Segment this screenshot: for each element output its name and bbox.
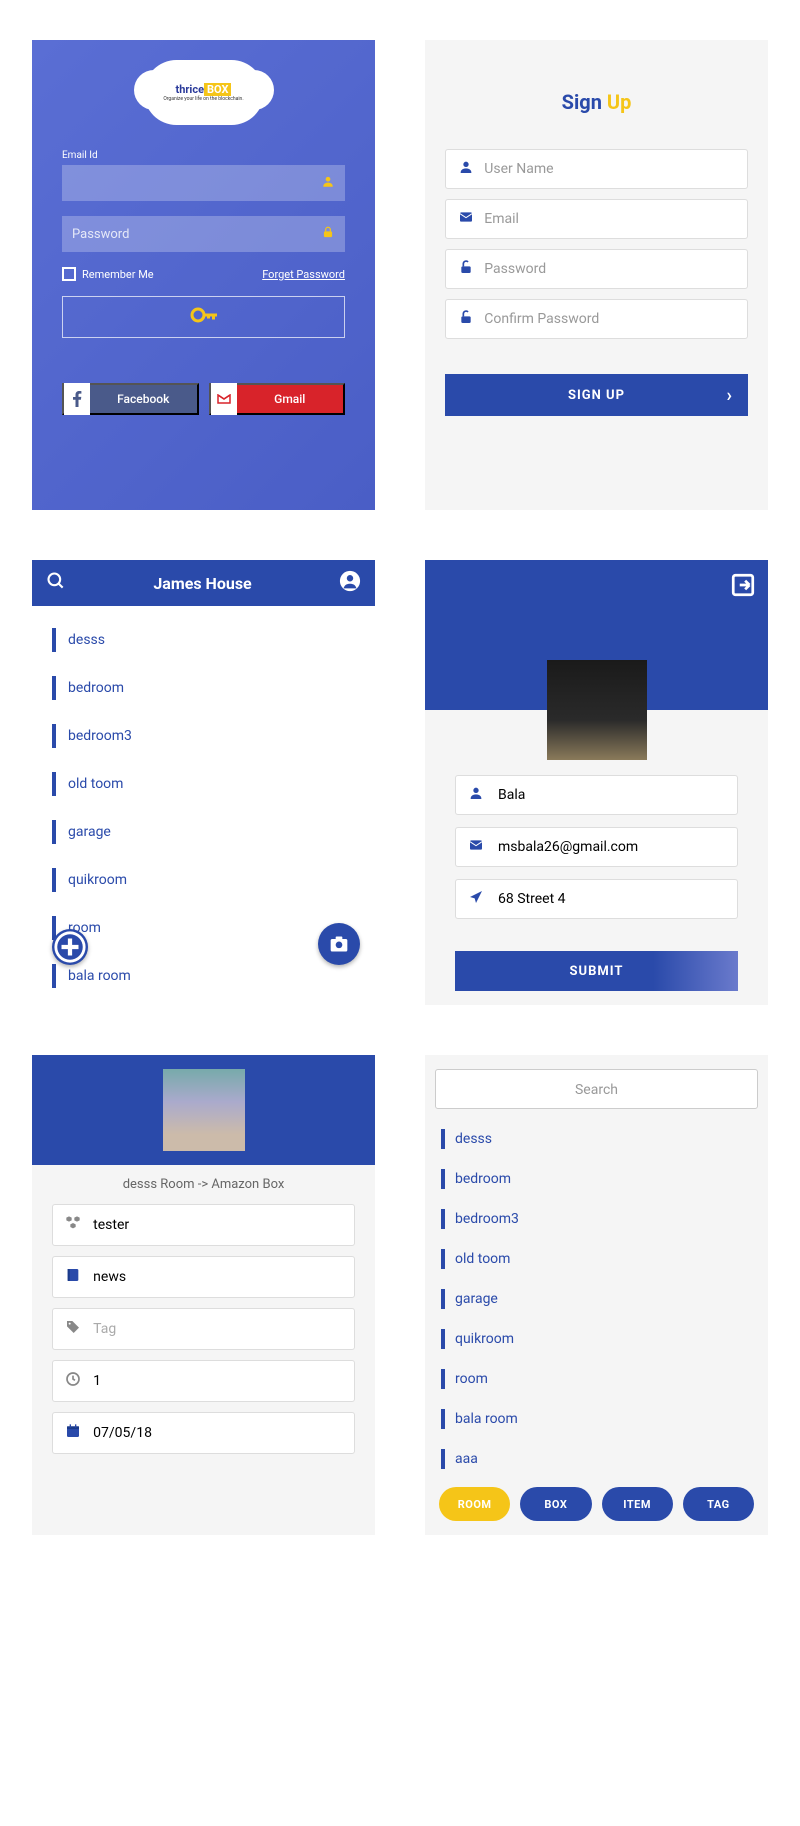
book-icon <box>65 1267 81 1287</box>
mail-icon <box>458 209 474 229</box>
facebook-icon <box>64 383 90 415</box>
camera-button[interactable] <box>318 923 360 965</box>
person-icon <box>468 785 486 805</box>
list-item[interactable]: quikroom <box>32 856 375 904</box>
page-title: James House <box>66 574 339 593</box>
list-item[interactable]: bala room <box>435 1399 758 1439</box>
email-field[interactable]: msbala26@gmail.com <box>498 839 638 855</box>
login-button[interactable] <box>62 296 345 338</box>
person-icon <box>321 174 335 193</box>
location-icon <box>468 889 486 909</box>
profile-screen: Bala msbala26@gmail.com 68 Street 4 SUBM… <box>425 560 768 1005</box>
name-input[interactable] <box>93 1217 342 1233</box>
add-button[interactable] <box>52 929 88 965</box>
description-input[interactable] <box>93 1269 342 1285</box>
mail-icon <box>468 837 486 857</box>
list-item[interactable]: bedroom3 <box>435 1199 758 1239</box>
username-input[interactable] <box>484 161 735 177</box>
list-item[interactable]: room <box>435 1359 758 1399</box>
tag-input[interactable] <box>93 1321 342 1337</box>
unlock-icon <box>458 309 474 329</box>
signup-button[interactable]: SIGN UP › <box>445 374 748 416</box>
list-item[interactable]: bedroom3 <box>32 712 375 760</box>
email-label: Email Id <box>62 150 345 161</box>
list-item[interactable]: bedroom <box>32 664 375 712</box>
cubes-icon <box>65 1215 81 1235</box>
item-image[interactable] <box>163 1069 245 1151</box>
calendar-icon <box>65 1423 81 1443</box>
tag-icon <box>65 1319 81 1339</box>
login-screen: thriceBOX Organize your life on the bloc… <box>32 40 375 510</box>
list-item[interactable]: old toom <box>435 1239 758 1279</box>
avatar[interactable] <box>547 660 647 760</box>
quantity-input[interactable] <box>93 1373 342 1389</box>
person-icon <box>458 159 474 179</box>
signup-screen: Sign Up SIGN UP › <box>425 40 768 510</box>
confirm-password-input[interactable] <box>484 311 735 327</box>
remember-checkbox[interactable]: Remember Me <box>62 267 154 281</box>
header: James House <box>32 560 375 606</box>
address-field[interactable]: 68 Street 4 <box>498 891 565 907</box>
filter-room[interactable]: ROOM <box>439 1487 510 1521</box>
password-input[interactable] <box>484 261 735 277</box>
list-item[interactable]: garage <box>435 1279 758 1319</box>
search-results: desss bedroom bedroom3 old toom garage q… <box>435 1119 758 1479</box>
list-item[interactable]: bedroom <box>435 1159 758 1199</box>
email-input[interactable] <box>62 165 345 201</box>
name-field[interactable]: Bala <box>498 787 525 803</box>
filter-box[interactable]: BOX <box>520 1487 591 1521</box>
lock-icon <box>321 225 335 244</box>
exit-icon[interactable] <box>730 572 756 604</box>
search-input[interactable]: Search <box>435 1069 758 1109</box>
list-item[interactable]: old toom <box>32 760 375 808</box>
facebook-button[interactable]: Facebook <box>62 383 199 415</box>
house-screen: James House desss bedroom bedroom3 old t… <box>32 560 375 1005</box>
list-item[interactable]: garage <box>32 808 375 856</box>
filter-tag[interactable]: TAG <box>683 1487 754 1521</box>
logo: thriceBOX Organize your life on the bloc… <box>144 60 264 125</box>
filter-row: ROOM BOX ITEM TAG <box>425 1487 768 1521</box>
email-input[interactable] <box>484 211 735 227</box>
mail-icon <box>211 383 237 415</box>
list-item[interactable]: desss <box>435 1119 758 1159</box>
clock-icon <box>65 1371 81 1391</box>
list-item[interactable]: desss <box>32 616 375 664</box>
submit-button[interactable]: SUBMIT <box>455 951 738 991</box>
unlock-icon <box>458 259 474 279</box>
forget-password-link[interactable]: Forget Password <box>262 268 345 281</box>
key-icon <box>190 305 218 330</box>
list-item[interactable]: aaa <box>435 1439 758 1479</box>
date-input[interactable] <box>93 1425 342 1441</box>
breadcrumb: desss Room -> Amazon Box <box>32 1165 375 1204</box>
list-item[interactable]: quikroom <box>435 1319 758 1359</box>
chevron-right-icon: › <box>727 385 733 406</box>
gmail-button[interactable]: Gmail <box>209 383 346 415</box>
signup-title: Sign Up <box>445 90 748 114</box>
item-screen: desss Room -> Amazon Box <box>32 1055 375 1535</box>
password-input[interactable] <box>62 216 345 252</box>
search-screen: Search desss bedroom bedroom3 old toom g… <box>425 1055 768 1535</box>
search-icon[interactable] <box>46 571 66 595</box>
filter-item[interactable]: ITEM <box>602 1487 673 1521</box>
account-icon[interactable] <box>339 570 361 596</box>
item-header <box>32 1055 375 1165</box>
